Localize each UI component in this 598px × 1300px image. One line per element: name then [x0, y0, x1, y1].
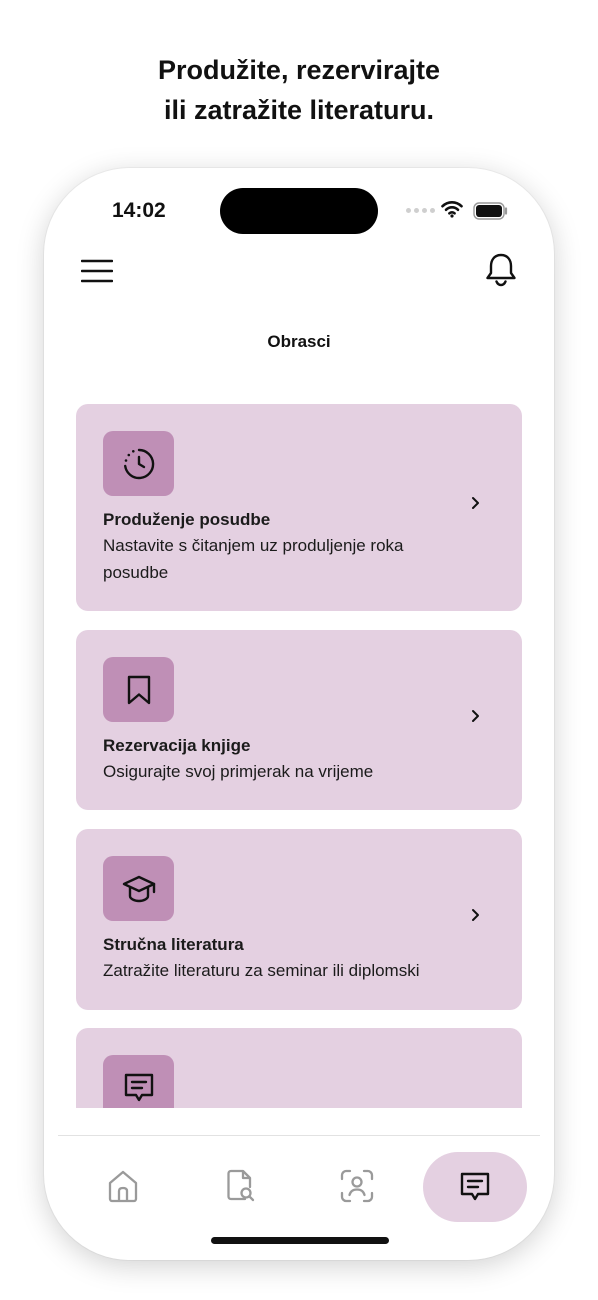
chevron-right-icon: [472, 909, 479, 921]
headline-line-2: ili zatražite literaturu.: [163, 95, 435, 125]
form-card-loan-extension[interactable]: Produženje posudbe Nastavite s čitanjem …: [76, 404, 522, 611]
card-title: Stručna literatura: [103, 935, 244, 954]
message-square-icon: [460, 1172, 490, 1201]
promo-headline: Produžite, rezervirajte ili zatražite li…: [0, 50, 598, 130]
status-time: 14:02: [112, 199, 166, 222]
chevron-right-icon: [472, 710, 479, 722]
card-description: Osigurajte svoj primjerak na vrijeme: [103, 762, 374, 781]
tab-home[interactable]: [103, 1164, 143, 1208]
card-description: Nastavite s čitanjem uz produljenje roka…: [103, 536, 404, 582]
scan-user-icon: [340, 1169, 374, 1203]
dynamic-island: [220, 188, 378, 234]
form-card-message[interactable]: [76, 1028, 522, 1108]
hamburger-menu-icon: [80, 259, 114, 283]
tab-bar-divider: [58, 1135, 540, 1136]
chevron-right-icon: [472, 497, 479, 509]
page-title: Obrasci: [267, 332, 331, 351]
home-icon: [108, 1170, 138, 1203]
card-title: Rezervacija knjige: [103, 736, 251, 755]
home-indicator: [211, 1237, 389, 1244]
card-icon-tile: [103, 856, 174, 921]
card-title: Produženje posudbe: [103, 510, 271, 529]
card-icon-tile: [103, 431, 174, 496]
forms-list: Produženje posudbe Nastavite s čitanjem …: [76, 404, 522, 1108]
card-icon-tile: [103, 1055, 174, 1108]
phone-frame: 14:02 Obrasci Produženje posudbe Nastavi…: [44, 168, 554, 1260]
document-search-icon: [227, 1169, 255, 1202]
tab-forms[interactable]: [423, 1152, 527, 1222]
signal-dots-icon: [406, 208, 435, 213]
form-card-book-reservation[interactable]: Rezervacija knjige Osigurajte svoj primj…: [76, 630, 522, 810]
clock-history-icon: [123, 448, 154, 479]
message-square-icon: [124, 1073, 153, 1101]
tab-search-documents[interactable]: [220, 1164, 260, 1208]
menu-button[interactable]: [80, 258, 114, 284]
notifications-button[interactable]: [484, 252, 518, 288]
form-card-professional-literature[interactable]: Stručna literatura Zatražite literaturu …: [76, 829, 522, 1010]
headline-line-1: Produžite, rezervirajte: [157, 55, 441, 85]
card-description: Zatražite literaturu za seminar ili dipl…: [103, 961, 420, 980]
tab-scan-user[interactable]: [337, 1164, 377, 1208]
bookmark-icon: [127, 675, 150, 704]
card-icon-tile: [103, 657, 174, 722]
graduation-cap-icon: [122, 875, 155, 902]
battery-icon: [473, 202, 508, 220]
bell-icon: [486, 253, 516, 287]
wifi-icon: [441, 201, 463, 218]
